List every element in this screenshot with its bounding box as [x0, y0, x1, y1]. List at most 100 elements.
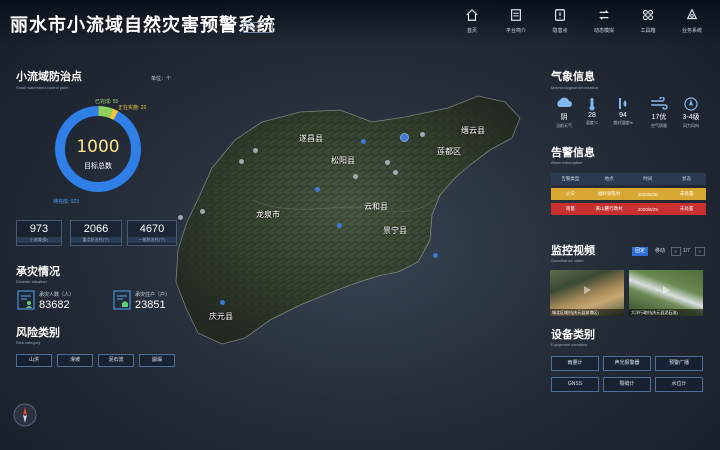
stat-general-villages: 4670 一般防治村(个)	[127, 220, 177, 246]
risk-debris-flow-button[interactable]: 泥石流	[98, 354, 134, 367]
stat-watersheds: 973 小流域(条)	[16, 220, 62, 246]
dynamic-model-icon	[599, 10, 609, 20]
map-label-jingning[interactable]: 景宁县	[383, 225, 407, 236]
household-icon	[113, 290, 131, 310]
thermometer-icon	[589, 98, 595, 111]
tab-mobile[interactable]: 移动	[652, 247, 668, 256]
device-water-level-button[interactable]: 水位计	[655, 377, 703, 392]
map-label-jinyun[interactable]: 缙云县	[461, 125, 485, 136]
legend-in-progress: 正在实施: 22	[118, 105, 147, 111]
business-system-icon	[686, 8, 698, 20]
weather-subtitle: Meteorological information	[551, 85, 598, 90]
devices-subtitle: Equipment condition	[551, 342, 588, 347]
weather-humidity: 94 相对湿度%	[609, 97, 637, 126]
weather-condition: 阴 当前天气	[550, 97, 578, 129]
map-marker[interactable]	[178, 215, 183, 220]
table-row[interactable]: 雨量 黄山麓行政村 2020/8/29 未处置	[551, 203, 706, 215]
disaster-subtitle: Disaster situation	[16, 279, 47, 284]
map-marker[interactable]	[337, 223, 342, 228]
nav-business-system[interactable]: 业务系统	[670, 8, 714, 34]
weather-air-quality: 17优 空气质量	[645, 97, 673, 129]
map-label-suichang[interactable]: 遂昌县	[299, 133, 323, 144]
top-nav: 首页 平台简介 隐患点 动态模拟 工具箱 业务系统	[450, 8, 714, 34]
air-quality-icon	[651, 97, 668, 110]
donut-total-label: 目标总数	[84, 163, 112, 170]
video-page-indicator: 1/7	[683, 248, 690, 254]
video-feed-1[interactable]: 城北区域村(庆元县崩塌区)	[550, 270, 624, 316]
risk-title: 风险类别	[16, 326, 60, 339]
alarm-subtitle: Alarm information	[551, 160, 583, 165]
disaster-title: 承灾情况	[16, 265, 60, 278]
platform-icon	[511, 9, 521, 21]
legend-done: 已完成: 55	[95, 99, 119, 105]
households-value: 23851	[135, 299, 166, 311]
alarm-title: 告警信息	[551, 146, 595, 159]
nav-dynamic-sim[interactable]: 动态模拟	[582, 8, 626, 34]
region-value: 丽水市	[246, 25, 262, 31]
table-header: 告警类型 地点 时间 状态	[551, 173, 706, 185]
play-icon	[663, 286, 670, 294]
map-marker[interactable]	[433, 253, 438, 258]
risk-subtitle: Risk category	[16, 340, 41, 345]
app-screen: 遂昌县 松阳县 缙云县 莲都区 龙泉市 云和县 景宁县 庆元县 丽水市小流域自然…	[0, 0, 720, 450]
device-alarm-button[interactable]: 声光报警器	[603, 356, 651, 371]
map-label-liandu[interactable]: 莲都区	[437, 146, 461, 157]
map-label-songyang[interactable]: 松阳县	[331, 155, 355, 166]
weather-title: 气象信息	[551, 70, 595, 83]
alarm-table: 告警类型 地点 时间 状态 火灾 福岭县陈村 2020/8/30 未处置 雨量 …	[551, 173, 706, 215]
people-icon	[17, 290, 35, 310]
humidity-icon	[619, 98, 627, 109]
tab-fixed[interactable]: 固定	[632, 247, 649, 256]
legend-pending: 待完成: 923	[53, 199, 80, 205]
unit-label: 单位：个	[151, 76, 172, 82]
map-label-qingyuan[interactable]: 庆元县	[209, 311, 233, 322]
nav-home[interactable]: 首页	[450, 8, 494, 34]
device-rain-gauge-button[interactable]: 雨量计	[551, 356, 599, 371]
device-gnss-button[interactable]: GNSS	[551, 377, 599, 392]
video-subtitle: Surveillance video	[551, 258, 584, 263]
map-marker[interactable]	[393, 170, 398, 175]
people-value: 83682	[39, 299, 70, 311]
households-label: 承灾住户（户）	[135, 292, 171, 298]
video-next-button[interactable]: ›	[695, 247, 705, 256]
map-marker[interactable]	[353, 174, 358, 179]
donut-total: 1000	[76, 137, 120, 157]
devices-title: 设备类别	[551, 328, 595, 341]
nav-platform-intro[interactable]: 平台简介	[494, 8, 538, 34]
nav-toolbox[interactable]: 工具箱	[626, 8, 670, 34]
prevention-subtitle: Small watershed control point	[16, 85, 69, 90]
map-marker[interactable]	[385, 160, 390, 165]
nav-hazard-points[interactable]: 隐患点	[538, 8, 582, 34]
system-title: 丽水市小流域自然灾害预警系统	[10, 15, 276, 36]
map-marker[interactable]	[315, 187, 320, 192]
device-crack-meter-button[interactable]: 裂缝计	[603, 377, 651, 392]
toolbox-icon	[642, 9, 654, 21]
table-row[interactable]: 火灾 福岭县陈村 2020/8/30 未处置	[551, 188, 706, 200]
people-label: 承灾人数（人）	[39, 292, 75, 298]
home-icon	[466, 8, 478, 21]
risk-flash-flood-button[interactable]: 山洪	[16, 354, 52, 367]
map-marker[interactable]	[361, 139, 366, 144]
map-label-yunhe[interactable]: 云和县	[364, 201, 388, 212]
map-marker[interactable]	[253, 148, 258, 153]
weather-temperature: 28 温度°C	[578, 97, 606, 126]
compass-icon[interactable]	[13, 403, 37, 427]
region-dropdown[interactable]: 丽水市 ⌄	[243, 22, 273, 33]
prevention-title: 小流域防治点	[16, 70, 82, 83]
hazard-point-icon	[555, 9, 565, 21]
risk-collapse-button[interactable]: 崩塌	[139, 354, 175, 367]
video-feed-2[interactable]: 大洋行政村(庆元县泥石流)	[629, 270, 703, 316]
risk-landslide-button[interactable]: 滑坡	[57, 354, 93, 367]
map-marker[interactable]	[239, 159, 244, 164]
video-title: 监控视频	[551, 244, 595, 257]
map-marker[interactable]	[220, 300, 225, 305]
map-marker[interactable]	[400, 133, 409, 142]
weather-wind: 3-4级 风力风向	[677, 97, 705, 129]
stat-key-villages: 2066 重点防治村(个)	[70, 220, 122, 246]
map-label-longquan[interactable]: 龙泉市	[256, 209, 280, 220]
chevron-down-icon: ⌄	[266, 25, 271, 31]
play-icon	[584, 286, 591, 294]
map-marker[interactable]	[200, 209, 205, 214]
device-broadcast-button[interactable]: 预警广播	[655, 356, 703, 371]
map-marker[interactable]	[420, 132, 425, 137]
